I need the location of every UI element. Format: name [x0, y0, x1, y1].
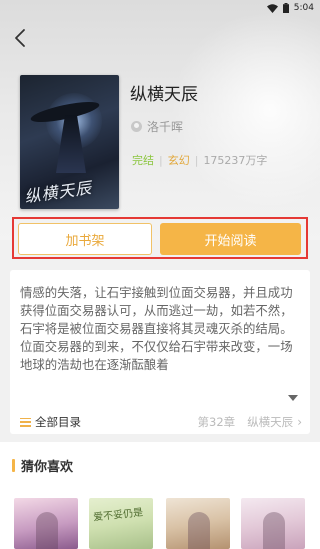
latest-chapter: 第32章	[197, 415, 236, 429]
back-arrow-icon	[15, 29, 25, 47]
recommend-list: 爱不妥仍是	[0, 498, 320, 549]
chevron-right-icon: ›	[297, 415, 302, 429]
word-count: 175237万字	[203, 154, 268, 167]
recommend-title: 猜你喜欢	[21, 460, 74, 475]
recommend-book[interactable]: 爱不妥仍是	[89, 498, 153, 549]
tag-separator: |	[159, 153, 163, 167]
intro-text: 情感的失落，让石宇接触到位面交易器，并且成功获得位面交易器认可，从而逃过一劫，如…	[20, 285, 293, 372]
tag-separator: |	[194, 153, 199, 167]
recommend-header: 猜你喜欢	[12, 456, 73, 475]
author-avatar-icon	[131, 121, 142, 132]
start-reading-label: 开始阅读	[204, 233, 257, 249]
add-to-shelf-button[interactable]: 加书架	[18, 223, 152, 255]
section-accent-bar	[12, 459, 15, 472]
recommend-section: 猜你喜欢 爱不妥仍是	[0, 442, 320, 549]
status-bar: 5:04	[0, 0, 320, 16]
genre-tag: 玄幻	[167, 154, 190, 167]
toc-label: 全部目录	[35, 415, 81, 429]
book-cover: 纵横天辰	[20, 75, 119, 209]
battery-icon	[282, 3, 289, 13]
start-reading-button[interactable]: 开始阅读	[160, 223, 301, 255]
latest-chapter-title: 纵横天辰	[247, 415, 294, 429]
add-to-shelf-label: 加书架	[65, 233, 105, 249]
expand-arrow-icon[interactable]	[288, 395, 298, 401]
recommend-book[interactable]	[241, 498, 305, 549]
recommend-book[interactable]	[166, 498, 230, 549]
book-title: 纵横天辰	[130, 85, 198, 105]
author-row[interactable]: 洛千晖	[131, 118, 183, 135]
recommend-book-cover-text: 爱不妥仍是	[92, 507, 144, 524]
author-name: 洛千晖	[147, 120, 184, 134]
cover-figure	[188, 512, 210, 549]
book-tags: 完结 | 玄幻 | 175237万字	[132, 152, 267, 168]
cover-title-text: 纵横天辰	[23, 178, 94, 207]
status-time: 5:04	[293, 3, 314, 13]
status-tag: 完结	[132, 154, 154, 167]
intro-card: 情感的失落，让石宇接触到位面交易器，并且成功获得位面交易器认可，从而逃过一劫，如…	[10, 270, 310, 434]
cover-figure	[36, 512, 58, 549]
wifi-icon	[266, 3, 278, 13]
cover-figure	[263, 512, 285, 549]
toc-row[interactable]: 全部目录 第32章 纵横天辰 ›	[20, 413, 302, 431]
back-button[interactable]	[8, 24, 32, 52]
recommend-book[interactable]	[14, 498, 78, 549]
list-icon	[20, 417, 31, 427]
